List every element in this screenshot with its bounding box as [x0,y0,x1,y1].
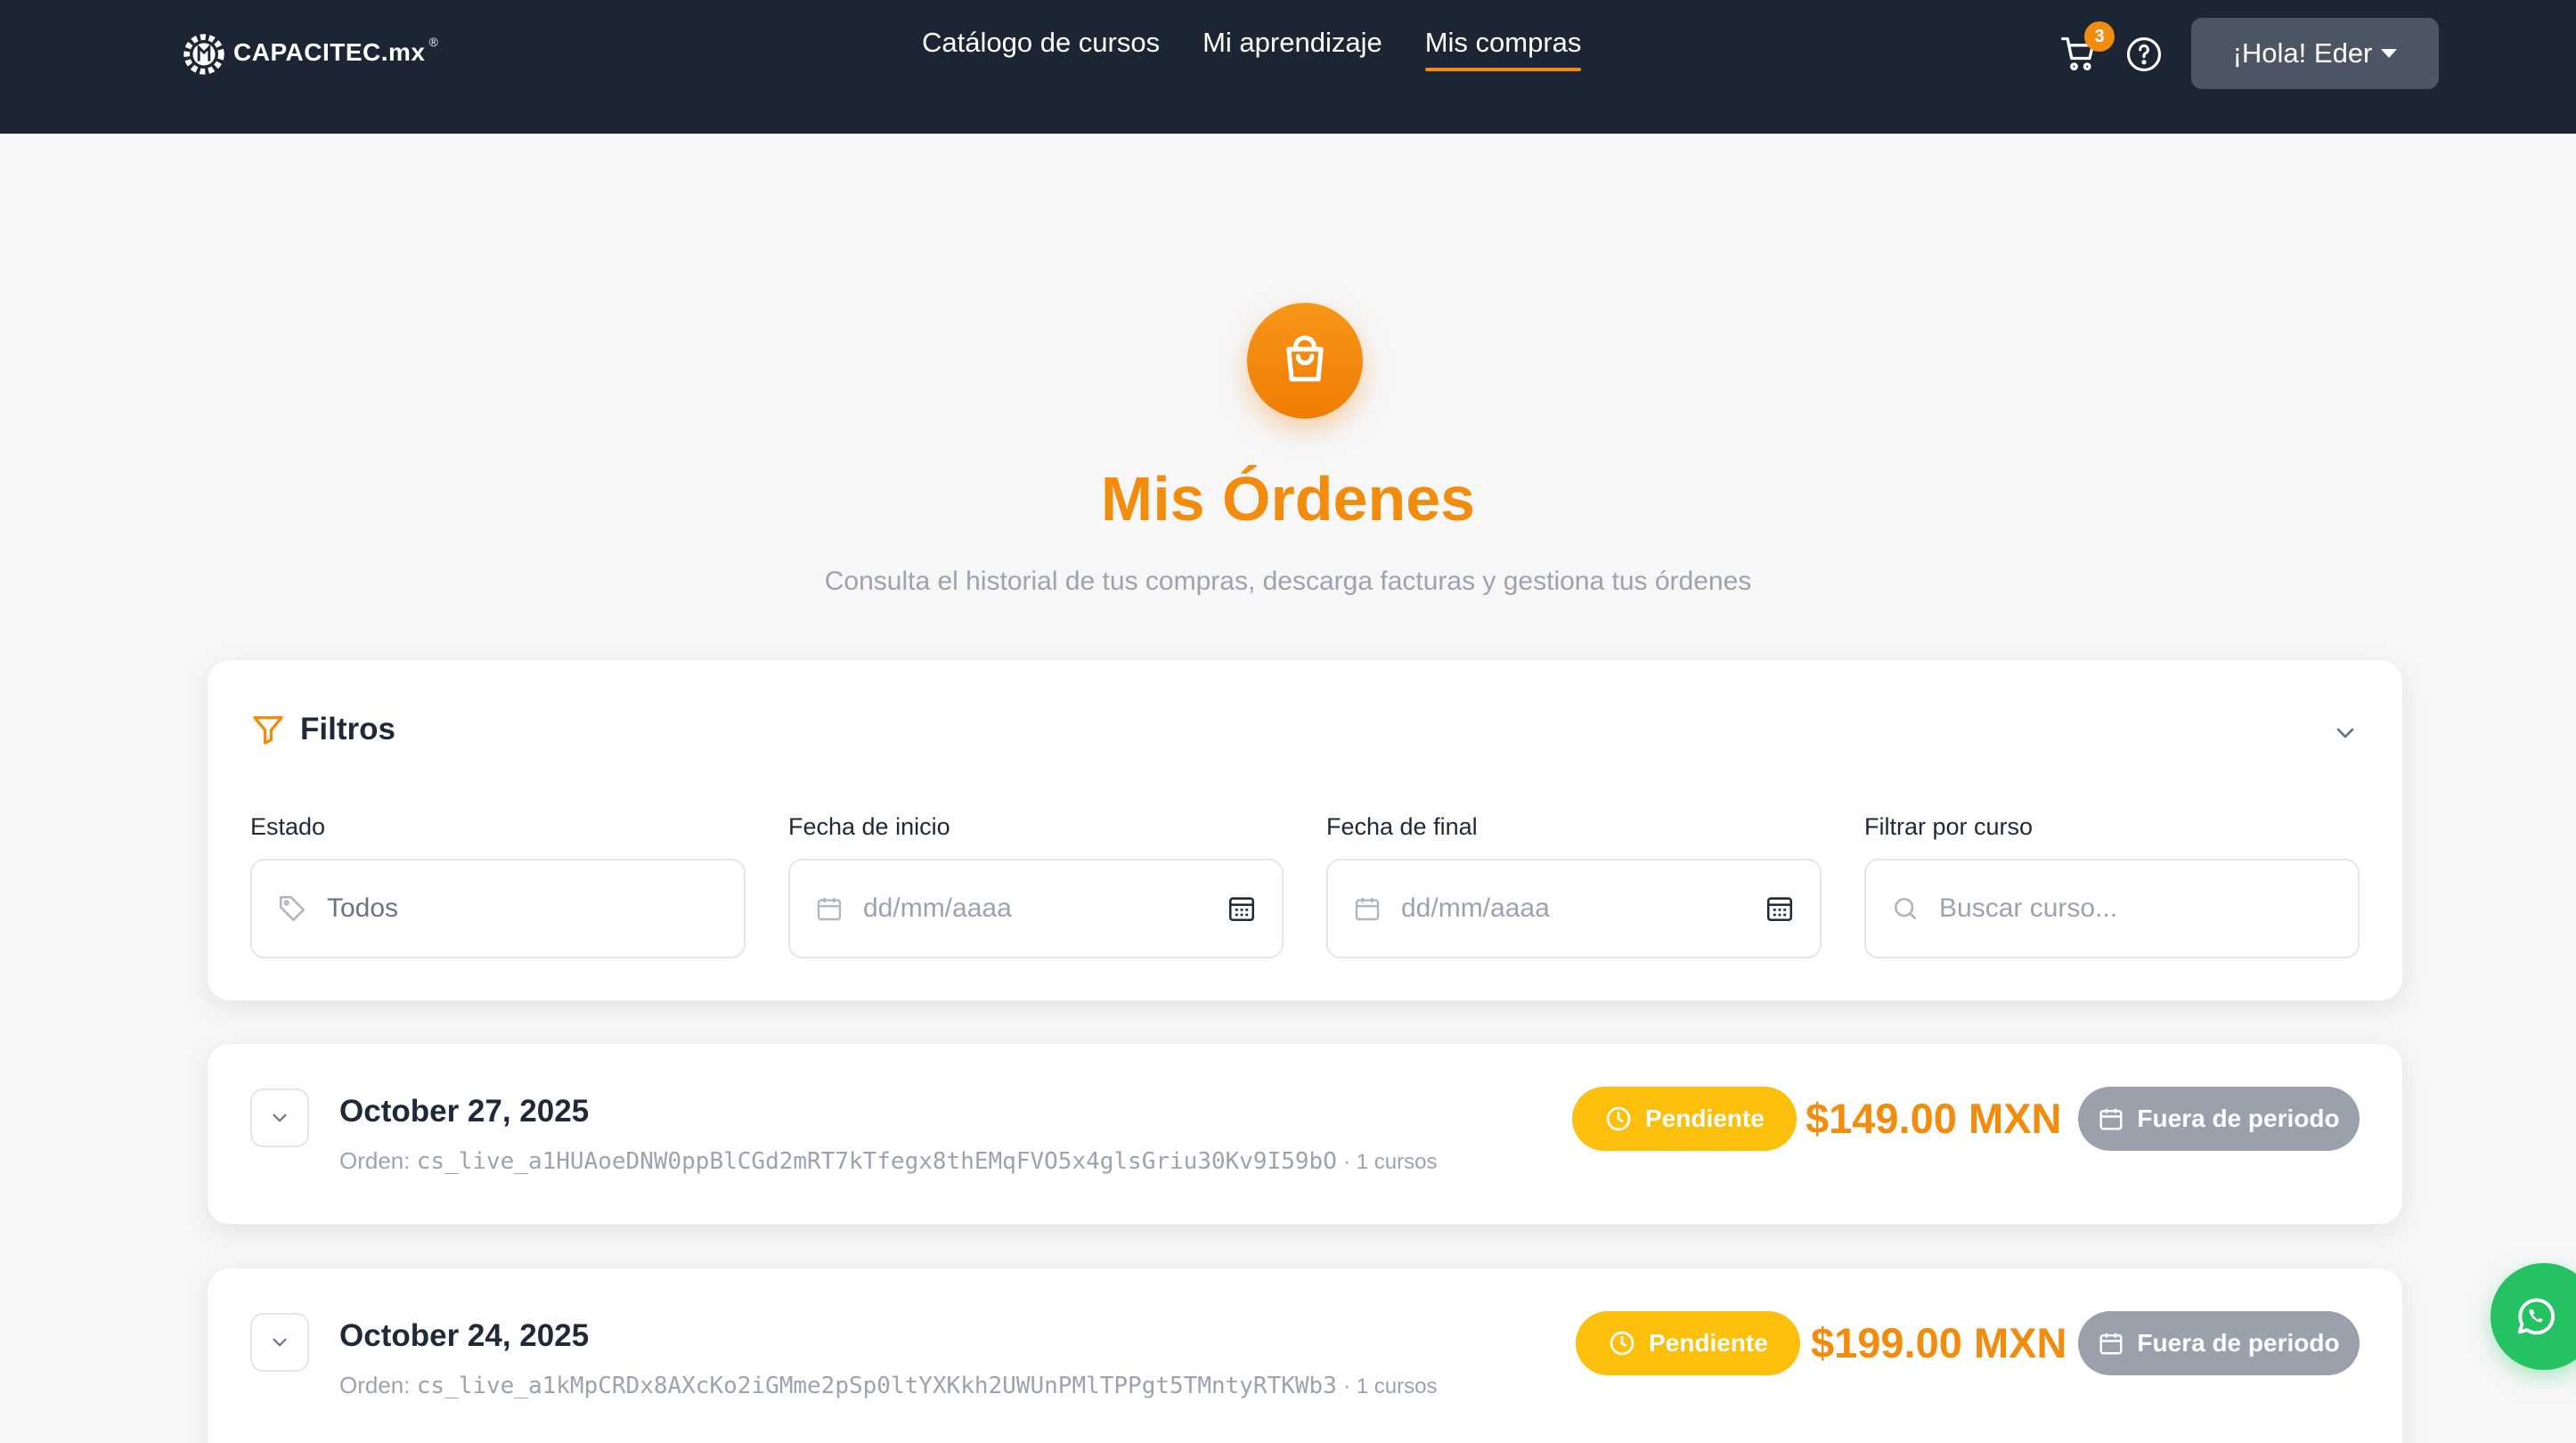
nav-catalogo[interactable]: Catálogo de cursos [922,27,1160,71]
end-date-filter: Fecha de final dd/mm/aaaa [1326,813,1822,958]
whatsapp-icon [2517,1298,2556,1335]
tag-icon [279,895,306,922]
start-date-label: Fecha de inicio [788,813,950,840]
start-date-filter: Fecha de inicio dd/mm/aaaa [788,813,1284,958]
status-badge: Pendiente [1576,1311,1800,1375]
cart-count-badge: 3 [2084,21,2115,52]
clock-icon [1606,1106,1631,1131]
nav-mi-aprendizaje[interactable]: Mi aprendizaje [1202,27,1382,71]
cart-button[interactable]: 3 [2059,21,2115,73]
end-date-input[interactable]: dd/mm/aaaa [1326,859,1822,958]
shopping-bag-icon [1286,335,1324,382]
chevron-down-icon [273,1113,287,1122]
order-card: October 27, 2025 Orden: cs_live_a1HUAoeD… [207,1043,2403,1225]
status-filter-label: Estado [250,813,326,840]
chevron-down-icon[interactable] [2331,719,2360,747]
filters-card: Filtros Estado Todos Fecha de inicio dd/… [207,659,2403,1001]
clock-icon [1610,1331,1634,1356]
user-menu-button[interactable]: ¡Hola! Eder [2191,18,2439,89]
chevron-down-icon [2381,49,2398,58]
status-label: Pendiente [1649,1329,1768,1357]
order-expand-button[interactable] [250,1313,309,1372]
date-picker-icon[interactable] [1227,893,1257,924]
calendar-icon [2099,1333,2123,1355]
whatsapp-chat-button[interactable] [2490,1263,2576,1370]
course-search-input[interactable]: Buscar curso... [1864,859,2360,958]
status-badge: Pendiente [1572,1087,1797,1151]
brand-logo[interactable]: CAPACITEC.mx ® [178,25,438,80]
calendar-icon [817,898,842,921]
search-icon [1895,898,1916,919]
end-date-label: Fecha de final [1326,813,1478,840]
order-price: $199.00 MXN [1811,1319,2067,1366]
period-button[interactable]: Fuera de periodo [2078,1311,2360,1375]
user-greeting: ¡Hola! Eder [2232,37,2373,69]
period-label: Fuera de periodo [2137,1329,2340,1357]
calendar-icon [1355,898,1380,921]
order-expand-button[interactable] [250,1088,309,1147]
status-select-value: Todos [327,893,399,923]
order-date: October 24, 2025 [339,1318,590,1353]
order-price: $149.00 MXN [1806,1095,2062,1142]
order-prefix: Orden: [339,1372,411,1398]
status-select[interactable]: Todos [250,859,746,958]
gear-logo-icon [183,34,224,75]
brand-name: CAPACITEC.mx [233,38,426,66]
course-filter-label: Filtrar por curso [1864,813,2034,840]
brand-reg: ® [428,35,438,49]
date-picker-icon[interactable] [1765,893,1795,924]
filters-header: Filtros [250,712,395,747]
order-card: October 24, 2025 Orden: cs_live_a1kMpCRD… [207,1268,2403,1443]
order-date: October 27, 2025 [339,1094,590,1129]
filter-icon [253,716,283,745]
order-meta: Orden: cs_live_a1HUAoeDNW0ppBlCGd2mRT7kT… [339,1147,1437,1175]
order-id: cs_live_a1HUAoeDNW0ppBlCGd2mRT7kTfegx8th… [416,1148,1337,1175]
start-date-input[interactable]: dd/mm/aaaa [788,859,1284,958]
page-title: Mis Órdenes [1100,464,1476,534]
course-search-placeholder: Buscar curso... [1939,893,2118,923]
end-date-placeholder: dd/mm/aaaa [1401,893,1550,923]
page-subtitle: Consulta el historial de tus compras, de… [824,567,1752,596]
chevron-down-icon [273,1338,287,1347]
order-id: cs_live_a1kMpCRDx8AXcKo2iGMme2pSp0ltYXKk… [416,1373,1337,1399]
top-navbar: CAPACITEC.mx ® Catálogo de cursos Mi apr… [0,0,2576,134]
orders-hero-badge [1247,303,1363,419]
nav-mis-compras[interactable]: Mis compras [1424,27,1581,71]
period-button[interactable]: Fuera de periodo [2078,1087,2360,1151]
order-prefix: Orden: [339,1147,411,1174]
filters-title: Filtros [300,712,395,746]
order-course-count: · 1 cursos [1343,1374,1438,1398]
main-nav: Catálogo de cursos Mi aprendizaje Mis co… [922,27,1581,71]
period-label: Fuera de periodo [2137,1105,2340,1132]
help-icon[interactable] [2125,36,2163,73]
order-course-count: · 1 cursos [1343,1150,1438,1174]
calendar-icon [2099,1108,2123,1130]
course-filter: Filtrar por curso Buscar curso... [1864,813,2360,958]
status-filter: Estado Todos [250,813,746,958]
order-meta: Orden: cs_live_a1kMpCRDx8AXcKo2iGMme2pSp… [339,1372,1437,1399]
start-date-placeholder: dd/mm/aaaa [863,893,1012,923]
status-label: Pendiente [1645,1105,1765,1132]
